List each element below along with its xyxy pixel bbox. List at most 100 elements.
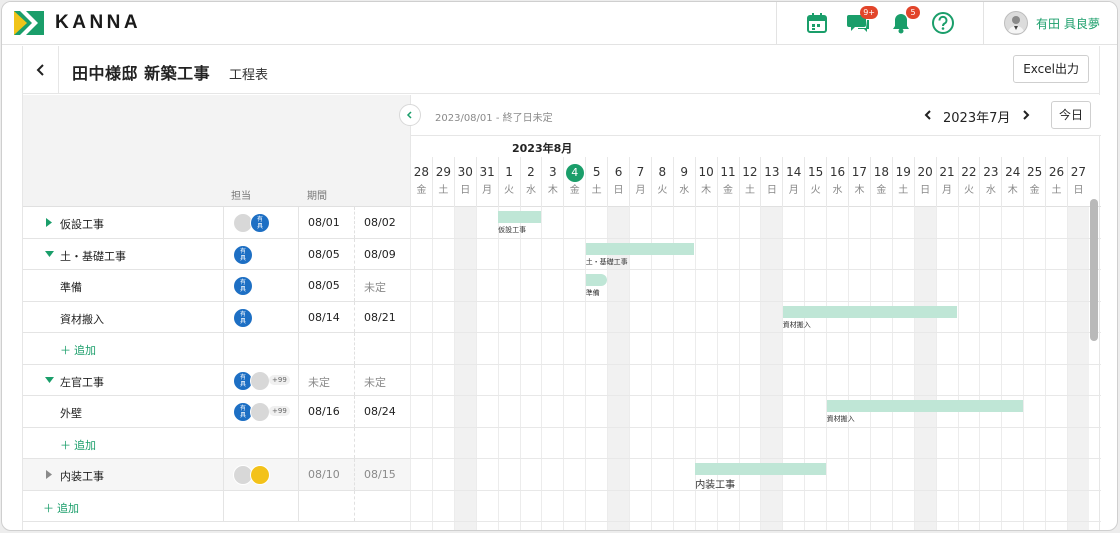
assignee-cell[interactable]: 有具 xyxy=(223,301,298,332)
start-date[interactable]: 08/01 xyxy=(298,207,354,238)
weekday-label: 月 xyxy=(788,185,799,196)
excel-export-button[interactable]: Excel出力 xyxy=(1013,55,1089,83)
weekday-label: 月 xyxy=(482,185,493,196)
grid-column xyxy=(869,207,892,530)
day-number: 25 xyxy=(1026,165,1043,179)
help-button[interactable] xyxy=(929,9,957,37)
end-date[interactable]: 08/21 xyxy=(354,301,410,332)
user-menu[interactable]: 有田 具良夢 xyxy=(983,2,1117,44)
task-name[interactable]: 土・基礎工事 xyxy=(60,248,126,264)
add-task-row[interactable]: ＋ 追加 xyxy=(23,333,410,365)
start-date[interactable]: 08/14 xyxy=(298,301,354,332)
weekday-label: 水 xyxy=(985,185,996,196)
gantt-bar[interactable] xyxy=(782,305,957,318)
weekday-label: 土 xyxy=(1051,185,1062,196)
task-name[interactable]: 内装工事 xyxy=(60,468,104,484)
weekday-label: 木 xyxy=(854,185,865,196)
end-date[interactable]: 08/15 xyxy=(354,459,410,490)
next-month-button[interactable] xyxy=(1018,109,1032,125)
calendar-button[interactable] xyxy=(803,9,831,37)
gantt-bar-label: 土・基礎工事 xyxy=(585,257,628,266)
start-date[interactable]: 08/05 xyxy=(298,270,354,301)
start-date xyxy=(298,490,354,521)
task-name[interactable]: 仮設工事 xyxy=(60,216,104,232)
notification-button[interactable]: 5 xyxy=(887,6,920,37)
day-number: 5 xyxy=(592,165,601,179)
day-column-header: 26 土 xyxy=(1045,157,1067,207)
task-name[interactable]: 左官工事 xyxy=(60,374,104,390)
weekday-label: 土 xyxy=(591,185,602,196)
assignee-cell[interactable]: 有具 +99 xyxy=(223,364,298,395)
grid-column xyxy=(1023,207,1045,530)
add-task-row[interactable]: ＋ 追加 xyxy=(23,490,410,522)
add-task-link[interactable]: 追加 xyxy=(74,342,96,358)
task-row[interactable]: 外壁 有具 +99 08/16 08/24 xyxy=(23,396,410,428)
day-column-header: 21 月 xyxy=(935,157,958,207)
task-row[interactable]: 土・基礎工事 有具 08/05 08/09 xyxy=(23,238,410,270)
assignee-cell[interactable]: 有具 +99 xyxy=(223,396,298,427)
logo[interactable]: KANNA xyxy=(14,11,141,35)
end-date[interactable]: 08/24 xyxy=(354,396,410,427)
gantt-bar[interactable] xyxy=(585,274,607,286)
end-date[interactable]: 未定 xyxy=(354,364,410,395)
start-date[interactable]: 08/05 xyxy=(298,238,354,269)
weekday-label: 金 xyxy=(416,185,427,196)
expand-triangle-icon[interactable] xyxy=(45,470,53,479)
grid-column xyxy=(913,207,936,530)
add-task-link[interactable]: 追加 xyxy=(57,500,79,516)
grid-row-line xyxy=(410,489,1101,491)
gantt-bar-label: 仮設工事 xyxy=(498,226,527,234)
day-column-header: 14 月 xyxy=(782,157,804,207)
day-number: 9 xyxy=(680,165,689,179)
task-name[interactable]: 資材搬入 xyxy=(60,311,104,327)
start-date[interactable]: 08/16 xyxy=(298,396,354,427)
task-row[interactable]: 内装工事 08/10 08/15 xyxy=(23,459,410,491)
day-number: 24 xyxy=(1005,165,1021,179)
collapse-triangle-icon[interactable] xyxy=(45,250,54,258)
task-row[interactable]: 仮設工事 有具 08/01 08/02 xyxy=(23,207,410,239)
gantt-bar[interactable] xyxy=(695,463,826,475)
page-title: 田中様邸 新築工事 xyxy=(72,64,211,83)
task-name[interactable]: 準備 xyxy=(60,279,82,295)
task-row[interactable]: 準備 有具 08/05 未定 xyxy=(23,270,410,302)
grid-column xyxy=(410,207,432,530)
user-photo-icon xyxy=(1008,16,1024,33)
back-button[interactable] xyxy=(23,46,59,94)
gantt-bar[interactable] xyxy=(585,242,695,255)
chevron-left-icon xyxy=(36,64,44,76)
add-task-row[interactable]: ＋ 追加 xyxy=(23,427,410,459)
more-assignees-badge[interactable]: +99 xyxy=(269,374,290,385)
day-column-header: 25 金 xyxy=(1023,157,1045,207)
grid-row-line xyxy=(410,426,1101,428)
end-date[interactable]: 08/09 xyxy=(354,238,410,269)
collapse-panel-button[interactable] xyxy=(399,104,421,126)
assignee-cell[interactable]: 有具 xyxy=(223,270,298,301)
day-column-header: 6日 xyxy=(607,157,629,207)
day-number: 1 xyxy=(505,165,513,179)
day-number: 22 xyxy=(961,165,977,179)
assignee-cell[interactable]: 有具 xyxy=(223,238,298,269)
end-date[interactable]: 08/02 xyxy=(354,207,410,238)
end-date[interactable]: 未定 xyxy=(354,270,410,301)
prev-month-button[interactable] xyxy=(921,109,935,125)
assignee-cell[interactable]: 有具 xyxy=(223,207,298,238)
task-row[interactable]: 左官工事 有具 +99 未定 未定 xyxy=(23,364,410,396)
task-row[interactable]: 資材搬入 有具 08/14 08/21 xyxy=(23,301,410,333)
start-date[interactable]: 08/10 xyxy=(298,459,354,490)
day-number: 23 xyxy=(983,165,999,179)
more-assignees-badge[interactable]: +99 xyxy=(269,406,290,416)
today-button[interactable]: 今日 xyxy=(1051,101,1091,129)
add-task-link[interactable]: 追加 xyxy=(74,437,96,453)
expand-triangle-icon[interactable] xyxy=(45,218,53,227)
collapse-triangle-icon[interactable] xyxy=(45,376,54,384)
task-name[interactable]: 外壁 xyxy=(60,405,82,421)
gantt-bar[interactable] xyxy=(826,400,1023,412)
assignee-cell[interactable] xyxy=(223,459,298,490)
add-plus-icon: ＋ xyxy=(43,501,54,515)
vertical-scrollbar[interactable] xyxy=(1090,199,1098,341)
start-date[interactable]: 未定 xyxy=(298,364,354,395)
chat-button[interactable]: 9+ xyxy=(845,6,878,37)
grid-column xyxy=(650,207,673,530)
gantt-bar[interactable] xyxy=(498,211,541,223)
chevron-left-icon xyxy=(406,111,412,119)
